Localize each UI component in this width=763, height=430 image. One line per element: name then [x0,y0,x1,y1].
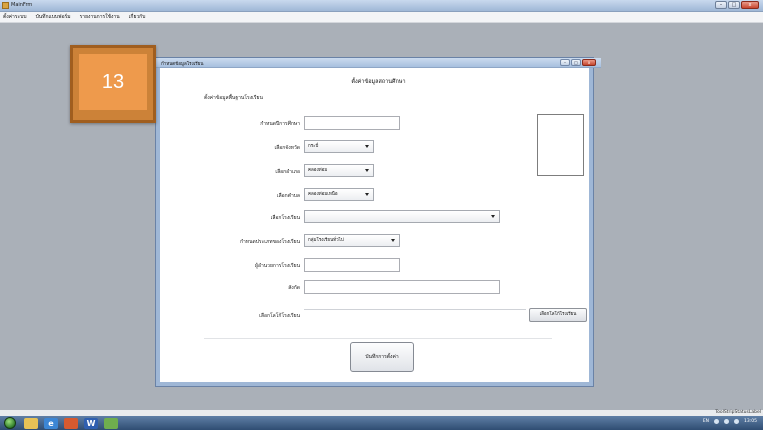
chevron-down-icon [491,215,495,218]
menu-bar: ตั้งค่าระบบ บันทึกแบบฟอร์ม รายงานการใช้ง… [0,12,763,23]
choose-logo-button[interactable]: เลือกโลโก้โรงเรียน [529,308,587,322]
clock[interactable]: 13:05 [744,419,757,424]
start-button[interactable] [4,417,16,429]
logo-path-line [304,309,526,310]
subdistrict-value: คลองท่อมเหนือ [308,192,338,197]
district-label: เลือกอำเภอ [275,169,300,175]
school-select[interactable] [304,210,500,223]
language-indicator[interactable]: EN [703,419,709,424]
dialog-title: กำหนดข้อมูลโรงเรียน [161,62,204,67]
dialog-titlebar: กำหนดข้อมูลโรงเรียน – □ x [156,58,601,68]
school-settings-dialog: กำหนดข้อมูลโรงเรียน – □ x ตั้งค่าข้อมูลส… [156,58,601,386]
school-type-value: กลุ่มโรงเรียนทั่วไป [308,238,344,243]
school-code-input[interactable] [304,116,400,130]
logo-label: เลือกโลโก้โรงเรียน [259,313,300,319]
district-select[interactable]: คลองท่อม [304,164,374,177]
province-select[interactable]: กระบี่ [304,140,374,153]
school-label: เลือกโรงเรียน [270,215,300,221]
minimize-button[interactable]: – [715,1,727,9]
main-titlebar: MainFrm – □ x [0,0,763,12]
menu-system-settings[interactable]: ตั้งค่าระบบ [3,13,27,21]
volume-icon[interactable] [724,419,730,424]
school-code-label: กำหนดปีการศึกษา [260,121,300,127]
province-value: กระบี่ [308,144,319,149]
close-button[interactable]: x [741,1,759,9]
subdistrict-label: เลือกตำบล [276,193,300,199]
separator [204,338,552,339]
district-value: คลองท่อม [308,168,328,173]
network-icon[interactable] [714,419,720,424]
director-label: ผู้อำนวยการโรงเรียน [255,263,300,269]
save-settings-button[interactable]: บันทึกการตั้งค่า [350,342,414,372]
flag-icon[interactable] [734,419,740,424]
window-title: MainFrm [11,2,33,8]
menu-record-forms[interactable]: บันทึกแบบฟอร์ม [36,13,71,21]
affiliation-input[interactable] [304,280,500,294]
folder-icon[interactable] [24,418,38,429]
menu-usage-report[interactable]: รายงานการใช้งาน [80,13,120,21]
director-input[interactable] [304,258,400,272]
chevron-down-icon [391,239,395,242]
dialog-window-controls: – □ x [560,59,596,66]
dialog-heading: ตั้งค่าข้อมูลสถานศึกษา [351,79,406,85]
school-type-select[interactable]: กลุ่มโรงเรียนทั่วไป [304,234,400,247]
maximize-button[interactable]: □ [728,1,740,9]
chevron-down-icon [365,193,369,196]
menu-about[interactable]: เกี่ยวกับ [129,13,146,21]
ie-icon[interactable]: e [44,418,58,429]
logo-preview-box [537,114,584,176]
media-player-icon[interactable] [64,418,78,429]
chevron-down-icon [365,145,369,148]
subdistrict-select[interactable]: คลองท่อมเหนือ [304,188,374,201]
app-taskbar-icon[interactable] [104,418,118,429]
group-label: ตั้งค่าข้อมูลพื้นฐานโรงเรียน [204,95,263,101]
step-number: 13 [79,54,147,110]
school-type-label: กำหนดประเภทของโรงเรียน [239,239,300,245]
affiliation-label: สังกัด [288,285,300,291]
step-number-badge: 13 [70,45,156,123]
dialog-close-button[interactable]: x [582,59,596,66]
province-label: เลือกจังหวัด [274,145,300,151]
taskbar: e W EN 13:05 [0,416,763,430]
dialog-maximize-button[interactable]: □ [571,59,581,66]
chevron-down-icon [365,169,369,172]
system-tray: EN 13:05 [703,419,757,424]
app-icon [2,2,9,9]
word-icon[interactable]: W [84,418,98,429]
status-label: ToolStripStatusLabel [715,410,761,415]
window-controls: – □ x [715,1,759,9]
dialog-minimize-button[interactable]: – [560,59,570,66]
